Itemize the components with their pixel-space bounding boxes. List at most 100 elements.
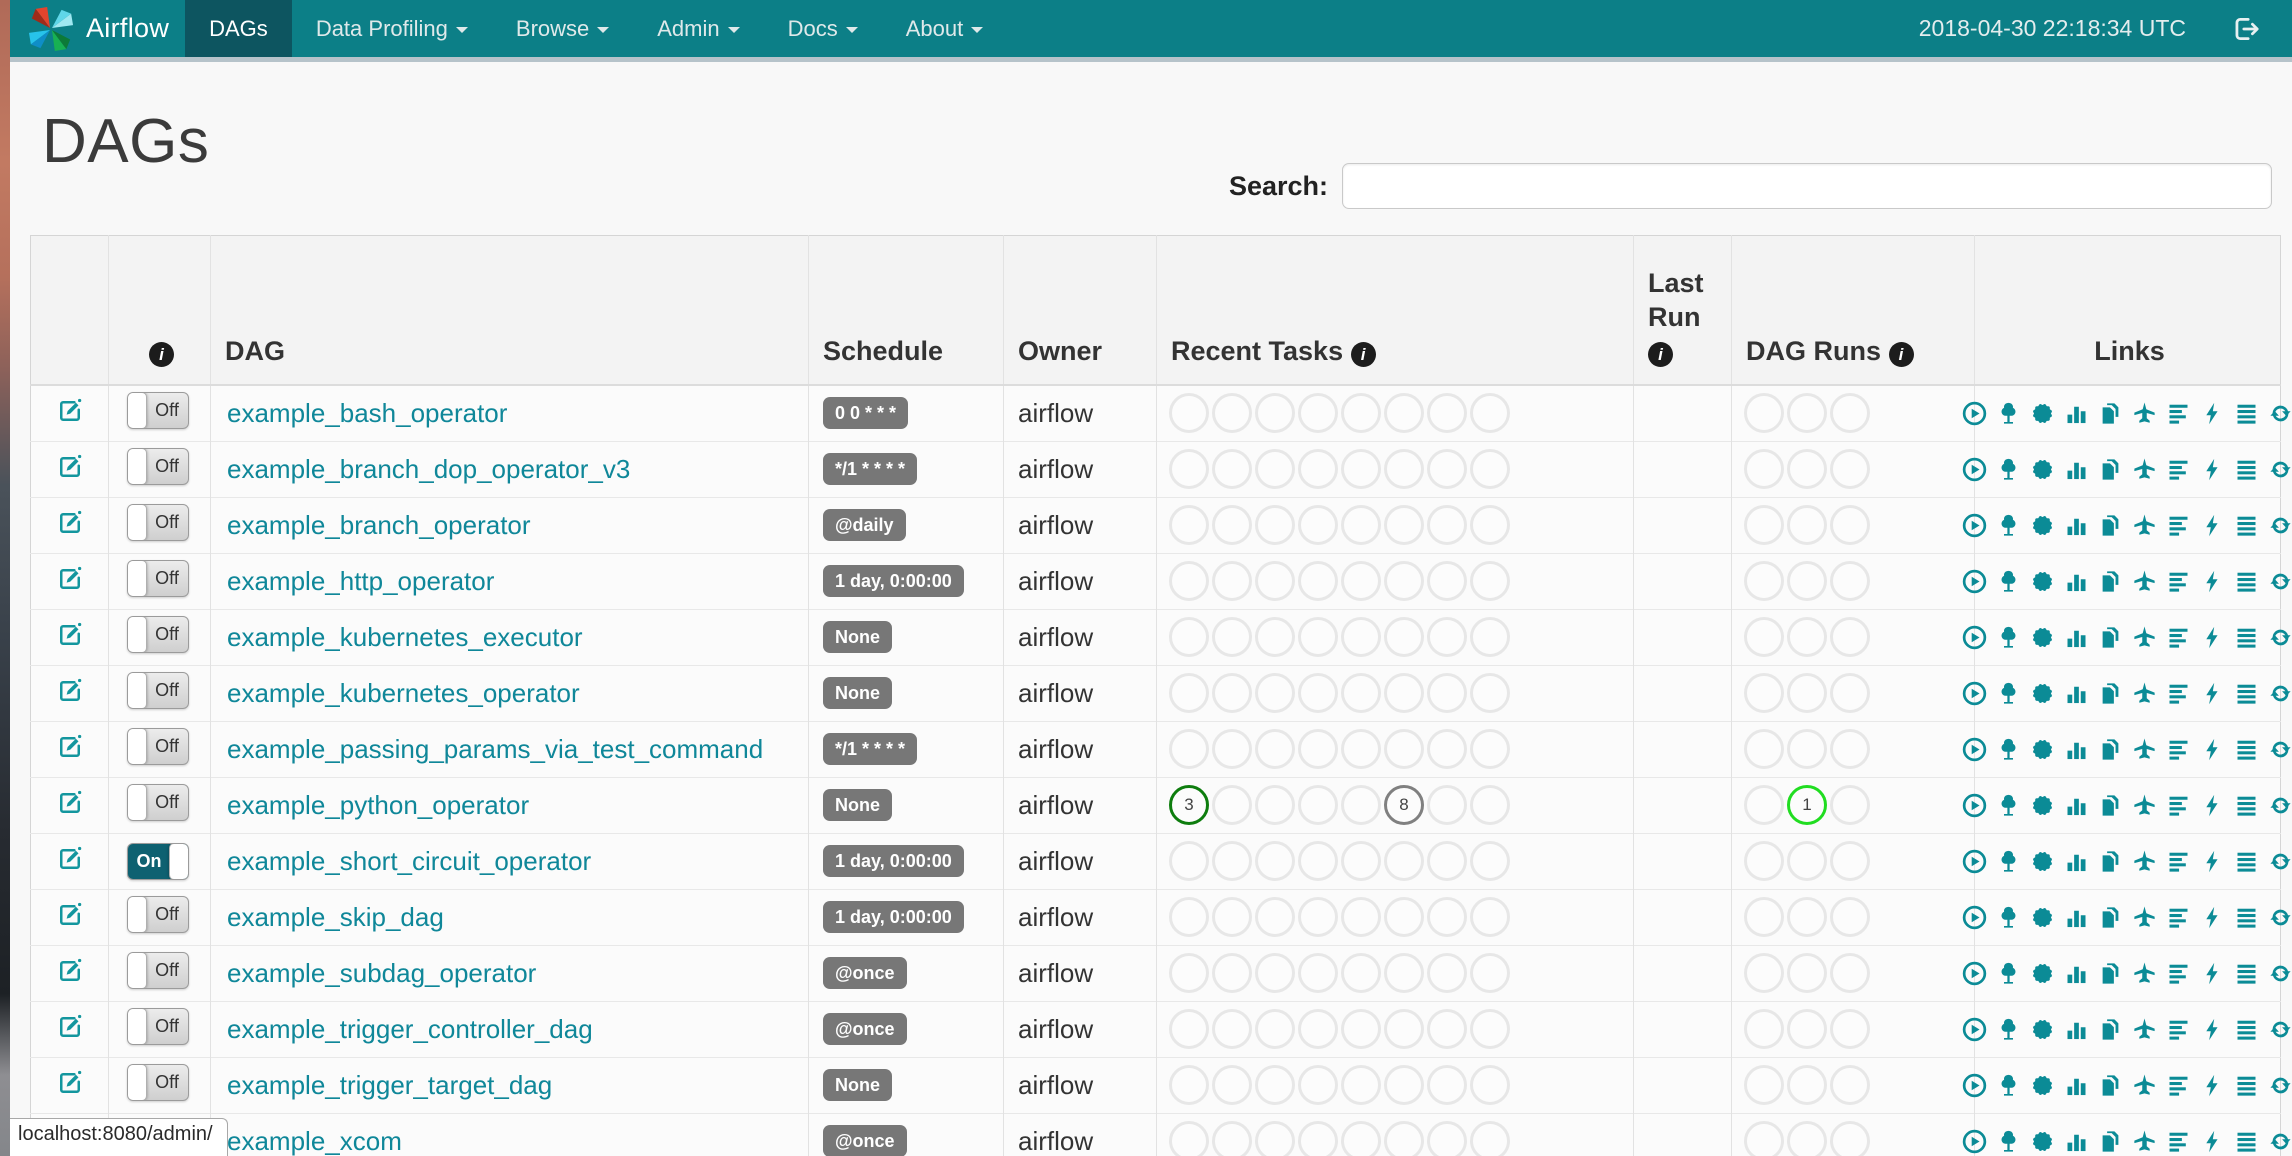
refresh-icon[interactable] <box>2267 680 2292 707</box>
schedule-badge[interactable]: */1 * * * * <box>823 453 918 485</box>
task-duration-icon[interactable] <box>2063 960 2090 987</box>
edit-dag-icon[interactable] <box>55 508 85 538</box>
task-duration-icon[interactable] <box>2063 848 2090 875</box>
pause-toggle[interactable]: Off <box>127 672 189 709</box>
graph-view-icon[interactable] <box>2029 960 2056 987</box>
task-state-circle[interactable] <box>1341 393 1381 434</box>
task-state-circle[interactable] <box>1341 561 1381 601</box>
task-state-circle[interactable] <box>1830 617 1870 657</box>
task-state-circle[interactable] <box>1427 617 1467 657</box>
task-duration-icon[interactable] <box>2063 400 2090 427</box>
task-state-circle[interactable] <box>1341 505 1381 545</box>
task-state-circle[interactable] <box>1212 1009 1252 1049</box>
task-state-circle[interactable] <box>1787 729 1827 769</box>
trigger-dag-icon[interactable] <box>1961 736 1988 763</box>
task-state-circle[interactable] <box>1384 1009 1424 1049</box>
gantt-view-icon[interactable] <box>2165 680 2192 707</box>
task-state-circle[interactable] <box>1384 449 1424 489</box>
landing-times-icon[interactable] <box>2131 1072 2158 1099</box>
info-icon[interactable]: i <box>1350 342 1376 367</box>
nav-item[interactable]: Browse <box>492 0 633 57</box>
tree-view-icon[interactable] <box>1995 1128 2022 1155</box>
task-tries-icon[interactable] <box>2097 512 2124 539</box>
task-state-circle[interactable] <box>1744 785 1784 825</box>
schedule-badge[interactable]: @daily <box>823 509 906 541</box>
tree-view-icon[interactable] <box>1995 1016 2022 1043</box>
task-duration-icon[interactable] <box>2063 512 2090 539</box>
task-state-circle[interactable] <box>1255 729 1295 769</box>
task-state-circle[interactable] <box>1787 449 1827 489</box>
col-header-owner[interactable]: Owner <box>1003 235 1157 386</box>
landing-times-icon[interactable] <box>2131 680 2158 707</box>
dag-link[interactable]: example_http_operator <box>227 566 494 596</box>
tree-view-icon[interactable] <box>1995 624 2022 651</box>
code-view-icon[interactable] <box>2199 512 2226 539</box>
schedule-badge[interactable]: @once <box>823 957 907 989</box>
task-state-circle[interactable] <box>1212 617 1252 657</box>
task-state-circle[interactable] <box>1212 561 1252 601</box>
gantt-view-icon[interactable] <box>2165 1016 2192 1043</box>
task-state-circle[interactable] <box>1787 841 1827 881</box>
task-state-circle[interactable] <box>1298 1009 1338 1049</box>
tree-view-icon[interactable] <box>1995 1072 2022 1099</box>
graph-view-icon[interactable] <box>2029 680 2056 707</box>
trigger-dag-icon[interactable] <box>1961 848 1988 875</box>
task-state-circle[interactable] <box>1212 897 1252 937</box>
graph-view-icon[interactable] <box>2029 512 2056 539</box>
landing-times-icon[interactable] <box>2131 568 2158 595</box>
landing-times-icon[interactable] <box>2131 848 2158 875</box>
code-view-icon[interactable] <box>2199 1128 2226 1155</box>
edit-dag-icon[interactable] <box>55 676 85 706</box>
edit-dag-icon[interactable] <box>55 564 85 594</box>
task-state-circle[interactable] <box>1341 673 1381 713</box>
task-tries-icon[interactable] <box>2097 400 2124 427</box>
task-state-circle[interactable] <box>1427 1009 1467 1049</box>
task-state-circle[interactable] <box>1830 393 1870 434</box>
logs-icon[interactable] <box>2233 904 2260 931</box>
task-state-circle[interactable] <box>1384 1121 1424 1156</box>
landing-times-icon[interactable] <box>2131 1016 2158 1043</box>
code-view-icon[interactable] <box>2199 736 2226 763</box>
edit-dag-icon[interactable] <box>55 620 85 650</box>
task-state-circle[interactable] <box>1787 1065 1827 1105</box>
task-tries-icon[interactable] <box>2097 1072 2124 1099</box>
landing-times-icon[interactable] <box>2131 904 2158 931</box>
gantt-view-icon[interactable] <box>2165 848 2192 875</box>
task-state-circle[interactable] <box>1830 673 1870 713</box>
task-state-circle[interactable] <box>1470 729 1510 769</box>
task-state-circle[interactable] <box>1787 393 1827 434</box>
task-state-circle[interactable] <box>1298 841 1338 881</box>
task-state-circle[interactable] <box>1427 785 1467 825</box>
schedule-badge[interactable]: None <box>823 621 892 653</box>
task-state-circle[interactable] <box>1255 1121 1295 1156</box>
task-state-circle[interactable] <box>1169 617 1209 657</box>
pause-toggle[interactable]: Off <box>127 448 189 485</box>
task-state-circle[interactable] <box>1427 841 1467 881</box>
task-state-circle[interactable] <box>1744 673 1784 713</box>
trigger-dag-icon[interactable] <box>1961 568 1988 595</box>
task-state-circle[interactable] <box>1470 1121 1510 1156</box>
edit-dag-icon[interactable] <box>55 788 85 818</box>
task-duration-icon[interactable] <box>2063 1128 2090 1155</box>
landing-times-icon[interactable] <box>2131 400 2158 427</box>
task-state-circle[interactable] <box>1169 449 1209 489</box>
task-state-circle[interactable] <box>1169 673 1209 713</box>
task-state-circle[interactable] <box>1744 561 1784 601</box>
task-state-circle[interactable] <box>1427 449 1467 489</box>
dag-link[interactable]: example_kubernetes_operator <box>227 678 580 708</box>
task-state-circle[interactable] <box>1341 617 1381 657</box>
refresh-icon[interactable] <box>2267 736 2292 763</box>
task-state-circle[interactable] <box>1470 897 1510 937</box>
dag-link[interactable]: example_bash_operator <box>227 398 507 428</box>
task-state-circle[interactable] <box>1255 561 1295 601</box>
task-state-circle[interactable] <box>1744 841 1784 881</box>
logs-icon[interactable] <box>2233 568 2260 595</box>
task-state-circle[interactable] <box>1255 393 1295 434</box>
code-view-icon[interactable] <box>2199 792 2226 819</box>
task-state-circle[interactable] <box>1255 953 1295 993</box>
pause-toggle[interactable]: Off <box>127 952 189 989</box>
task-state-circle[interactable] <box>1427 561 1467 601</box>
info-icon[interactable]: i <box>149 342 174 367</box>
task-state-circle[interactable] <box>1427 1121 1467 1156</box>
graph-view-icon[interactable] <box>2029 568 2056 595</box>
